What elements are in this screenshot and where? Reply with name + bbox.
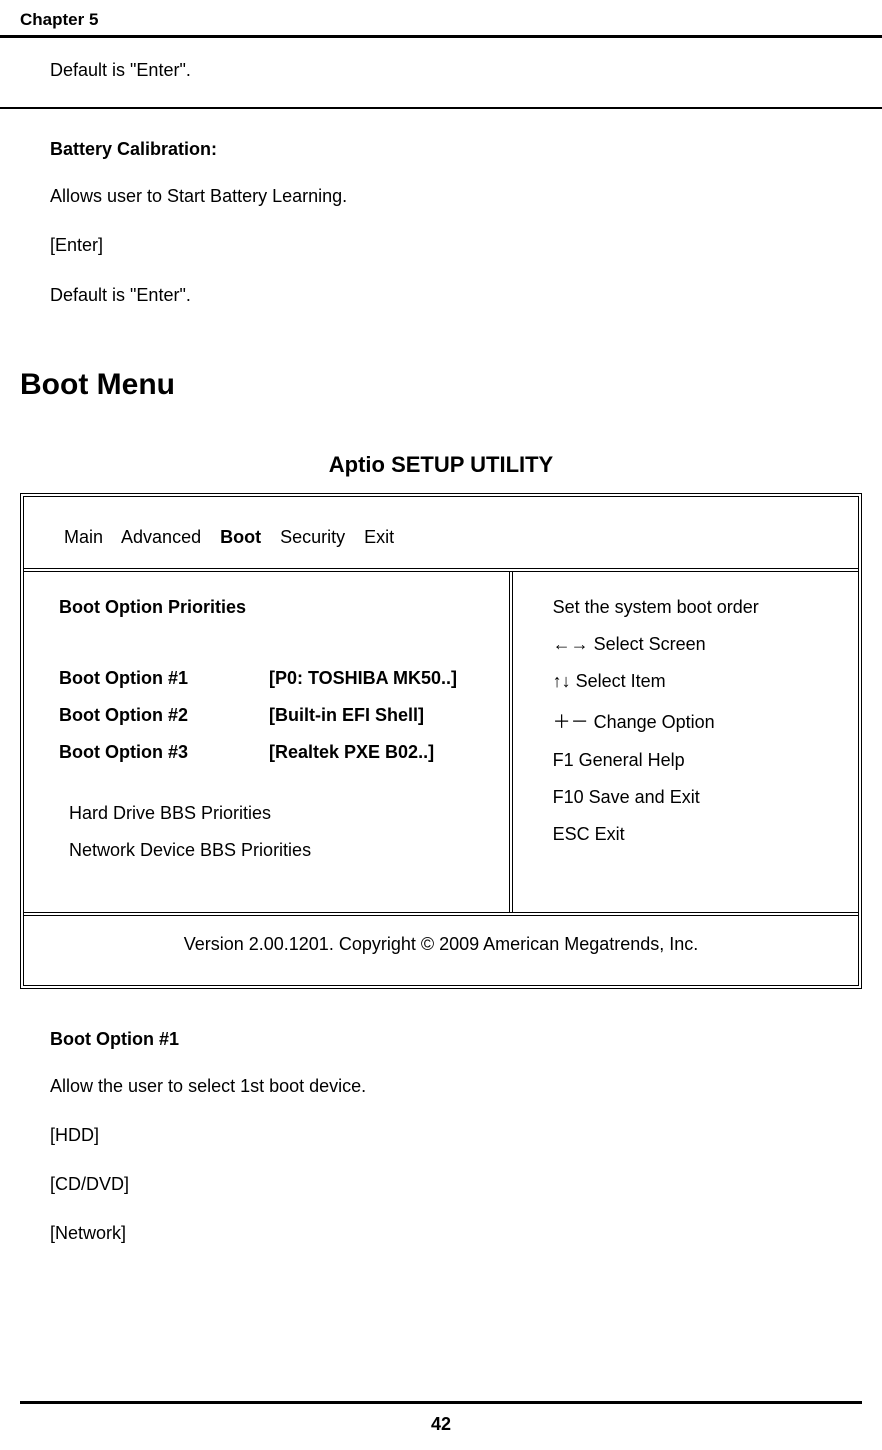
boot-option-label: Boot Option #2 (59, 705, 269, 726)
boot-option-value: [Built-in EFI Shell] (269, 705, 484, 726)
boot-option-label: Boot Option #1 (59, 668, 269, 689)
battery-desc: Allows user to Start Battery Learning. (50, 184, 832, 209)
setup-left-panel: Boot Option Priorities Boot Option #1 [P… (24, 572, 513, 912)
boot-menu-heading: Boot Menu (20, 368, 832, 402)
boot-option-network: [Network] (50, 1221, 832, 1246)
boot-option-label: Boot Option #3 (59, 742, 269, 763)
help-change-option: ＋－ Change Option (553, 708, 833, 734)
network-device-bbs[interactable]: Network Device BBS Priorities (59, 840, 484, 861)
boot-option-hdd: [HDD] (50, 1123, 832, 1148)
tab-security[interactable]: Security (280, 527, 345, 547)
help-esc-exit: ESC Exit (553, 824, 833, 845)
help-general-help: F1 General Help (553, 750, 833, 771)
battery-option: [Enter] (50, 233, 832, 258)
battery-default: Default is "Enter". (50, 283, 832, 308)
help-select-item: ↑↓ Select Item (553, 671, 833, 692)
boot-row[interactable]: Boot Option #2 [Built-in EFI Shell] (59, 705, 484, 726)
boot-option-1-heading: Boot Option #1 (50, 1029, 832, 1050)
boot-option-cddvd: [CD/DVD] (50, 1172, 832, 1197)
setup-tabs: Main Advanced Boot Security Exit (24, 497, 858, 572)
tab-exit[interactable]: Exit (364, 527, 394, 547)
boot-option-value: [P0: TOSHIBA MK50..] (269, 668, 484, 689)
help-select-screen: ←→ Select Screen (553, 634, 833, 655)
page-content: Default is "Enter". Battery Calibration:… (0, 38, 882, 1247)
setup-right-panel: Set the system boot order ←→ Select Scre… (513, 572, 858, 912)
setup-utility-box: Main Advanced Boot Security Exit Boot Op… (20, 493, 862, 989)
tab-main[interactable]: Main (64, 527, 103, 547)
page-header: Chapter 5 (0, 0, 882, 38)
setup-version-footer: Version 2.00.1201. Copyright © 2009 Amer… (24, 916, 858, 985)
boot-row[interactable]: Boot Option #1 [P0: TOSHIBA MK50..] (59, 668, 484, 689)
setup-utility-title: Aptio SETUP UTILITY (50, 452, 832, 478)
boot-row[interactable]: Boot Option #3 [Realtek PXE B02..] (59, 742, 484, 763)
divider-line (0, 107, 882, 109)
battery-calibration-heading: Battery Calibration: (50, 139, 832, 160)
hard-drive-bbs[interactable]: Hard Drive BBS Priorities (59, 803, 484, 824)
chapter-label: Chapter 5 (20, 10, 98, 30)
default-enter-text: Default is "Enter". (50, 58, 832, 83)
help-description: Set the system boot order (553, 597, 833, 618)
help-save-exit: F10 Save and Exit (553, 787, 833, 808)
page-footer: 42 (0, 1401, 882, 1450)
boot-option-1-desc: Allow the user to select 1st boot device… (50, 1074, 832, 1099)
tab-boot[interactable]: Boot (220, 527, 261, 547)
boot-option-value: [Realtek PXE B02..] (269, 742, 484, 763)
tab-advanced[interactable]: Advanced (121, 527, 201, 547)
boot-priorities-title: Boot Option Priorities (59, 597, 484, 618)
page-number: 42 (0, 1404, 882, 1450)
setup-body: Boot Option Priorities Boot Option #1 [P… (24, 572, 858, 916)
